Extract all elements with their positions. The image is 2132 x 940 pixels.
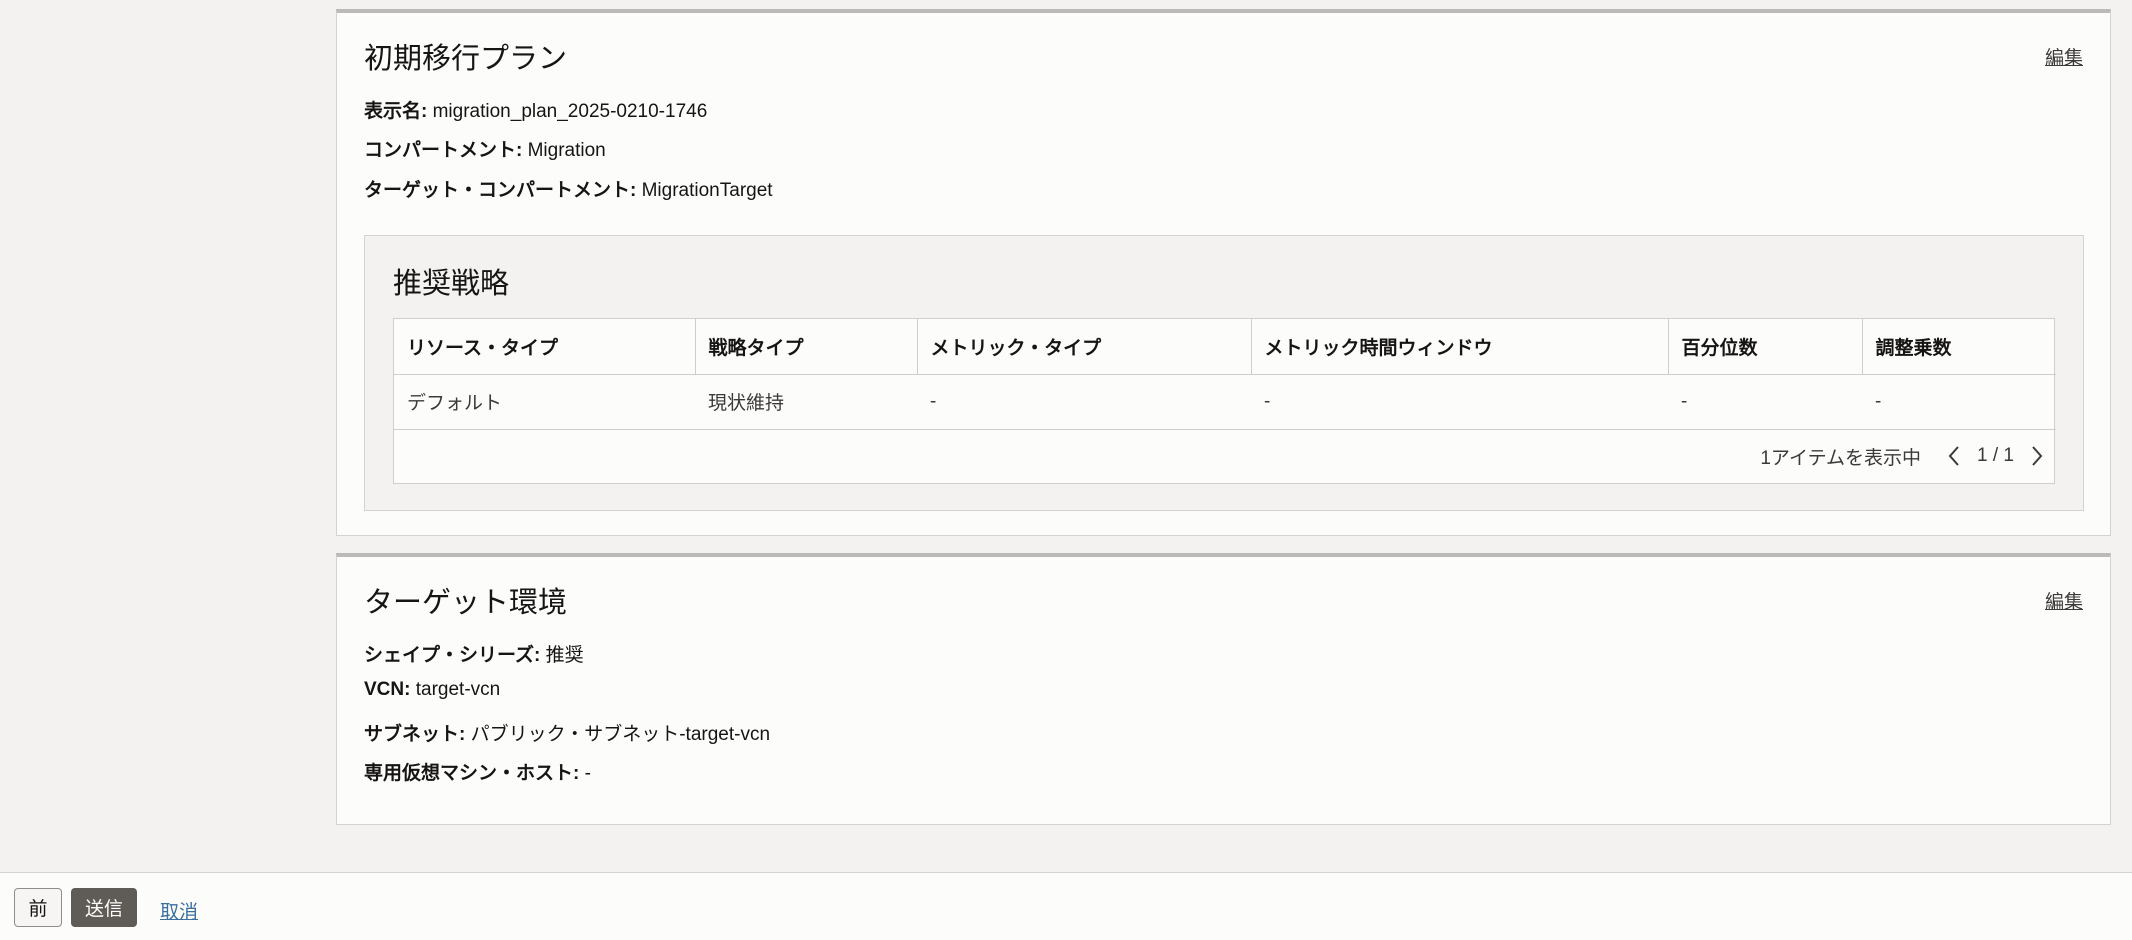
column-header[interactable]: 戦略タイプ xyxy=(695,319,918,375)
table-cell: - xyxy=(917,374,1251,430)
target-environment-title: ターゲット環境 xyxy=(364,587,568,619)
table-cell: デフォルト xyxy=(394,374,695,430)
recommended-strategy-title: 推奨戦略 xyxy=(393,268,510,300)
chevron-right-icon[interactable] xyxy=(2028,444,2046,468)
table-row: デフォルト 現状維持 - - - - xyxy=(394,374,2056,430)
subnet-label: サブネット: xyxy=(364,724,466,745)
wizard-action-bar: 前 送信 取消 xyxy=(0,872,2132,940)
compartment-label: コンパートメント: xyxy=(364,140,523,161)
target-compartment-field: ターゲット・コンパートメント: MigrationTarget xyxy=(364,175,773,202)
initial-plan-title: 初期移行プラン xyxy=(364,43,568,75)
initial-plan-card: 初期移行プラン 編集 表示名: migration_plan_2025-0210… xyxy=(336,9,2111,536)
chevron-left-icon[interactable] xyxy=(1945,444,1963,468)
display-name-field: 表示名: migration_plan_2025-0210-1746 xyxy=(364,96,707,123)
target-environment-card: ターゲット環境 編集 シェイプ・シリーズ: 推奨 VCN: target-vcn… xyxy=(336,553,2111,825)
table-cell: - xyxy=(1668,374,1862,430)
submit-button[interactable]: 送信 xyxy=(71,888,137,927)
target-environment-edit-link[interactable]: 編集 xyxy=(2045,587,2083,614)
recommended-strategy-panel: 推奨戦略 リソース・タイプ 戦略タイプ メトリック・タイプ メトリック時間ウィン… xyxy=(364,235,2084,511)
column-header[interactable]: メトリック時間ウィンドウ xyxy=(1251,319,1669,375)
page-indicator: 1 / 1 xyxy=(1977,445,2014,466)
table-pagination: 1アイテムを表示中 1 / 1 xyxy=(1760,429,2046,483)
column-header[interactable]: 百分位数 xyxy=(1668,319,1863,375)
dedicated-host-field: 専用仮想マシン・ホスト: - xyxy=(364,758,591,785)
strategy-table: リソース・タイプ 戦略タイプ メトリック・タイプ メトリック時間ウィンドウ 百分… xyxy=(393,318,2056,484)
table-cell: - xyxy=(1862,374,2056,430)
dedicated-host-value: - xyxy=(584,763,591,784)
column-header[interactable]: リソース・タイプ xyxy=(394,319,696,375)
table-header-row: リソース・タイプ 戦略タイプ メトリック・タイプ メトリック時間ウィンドウ 百分… xyxy=(394,319,2056,375)
display-name-value: migration_plan_2025-0210-1746 xyxy=(432,101,708,122)
compartment-field: コンパートメント: Migration xyxy=(364,135,606,162)
items-shown-text: 1アイテムを表示中 xyxy=(1760,447,1922,469)
table-cell: - xyxy=(1251,374,1668,430)
shape-series-label: シェイプ・シリーズ: xyxy=(364,645,541,666)
column-header[interactable]: 調整乗数 xyxy=(1862,319,2056,375)
shape-series-field: シェイプ・シリーズ: 推奨 xyxy=(364,640,584,667)
column-header[interactable]: メトリック・タイプ xyxy=(917,319,1252,375)
initial-plan-edit-link[interactable]: 編集 xyxy=(2045,43,2083,70)
subnet-value: パブリック・サブネット-target-vcn xyxy=(470,724,771,745)
target-compartment-value: MigrationTarget xyxy=(641,180,773,201)
table-cell: 現状維持 xyxy=(695,374,917,430)
dedicated-host-label: 専用仮想マシン・ホスト: xyxy=(364,763,580,784)
previous-button[interactable]: 前 xyxy=(14,888,62,927)
compartment-value: Migration xyxy=(527,140,606,161)
vcn-field: VCN: target-vcn xyxy=(364,679,500,701)
display-name-label: 表示名: xyxy=(364,101,428,122)
shape-series-value: 推奨 xyxy=(545,645,584,666)
vcn-value: target-vcn xyxy=(415,679,501,700)
cancel-link[interactable]: 取消 xyxy=(160,897,198,924)
subnet-field: サブネット: パブリック・サブネット-target-vcn xyxy=(364,719,770,746)
target-compartment-label: ターゲット・コンパートメント: xyxy=(364,180,637,201)
vcn-label: VCN: xyxy=(364,679,411,700)
